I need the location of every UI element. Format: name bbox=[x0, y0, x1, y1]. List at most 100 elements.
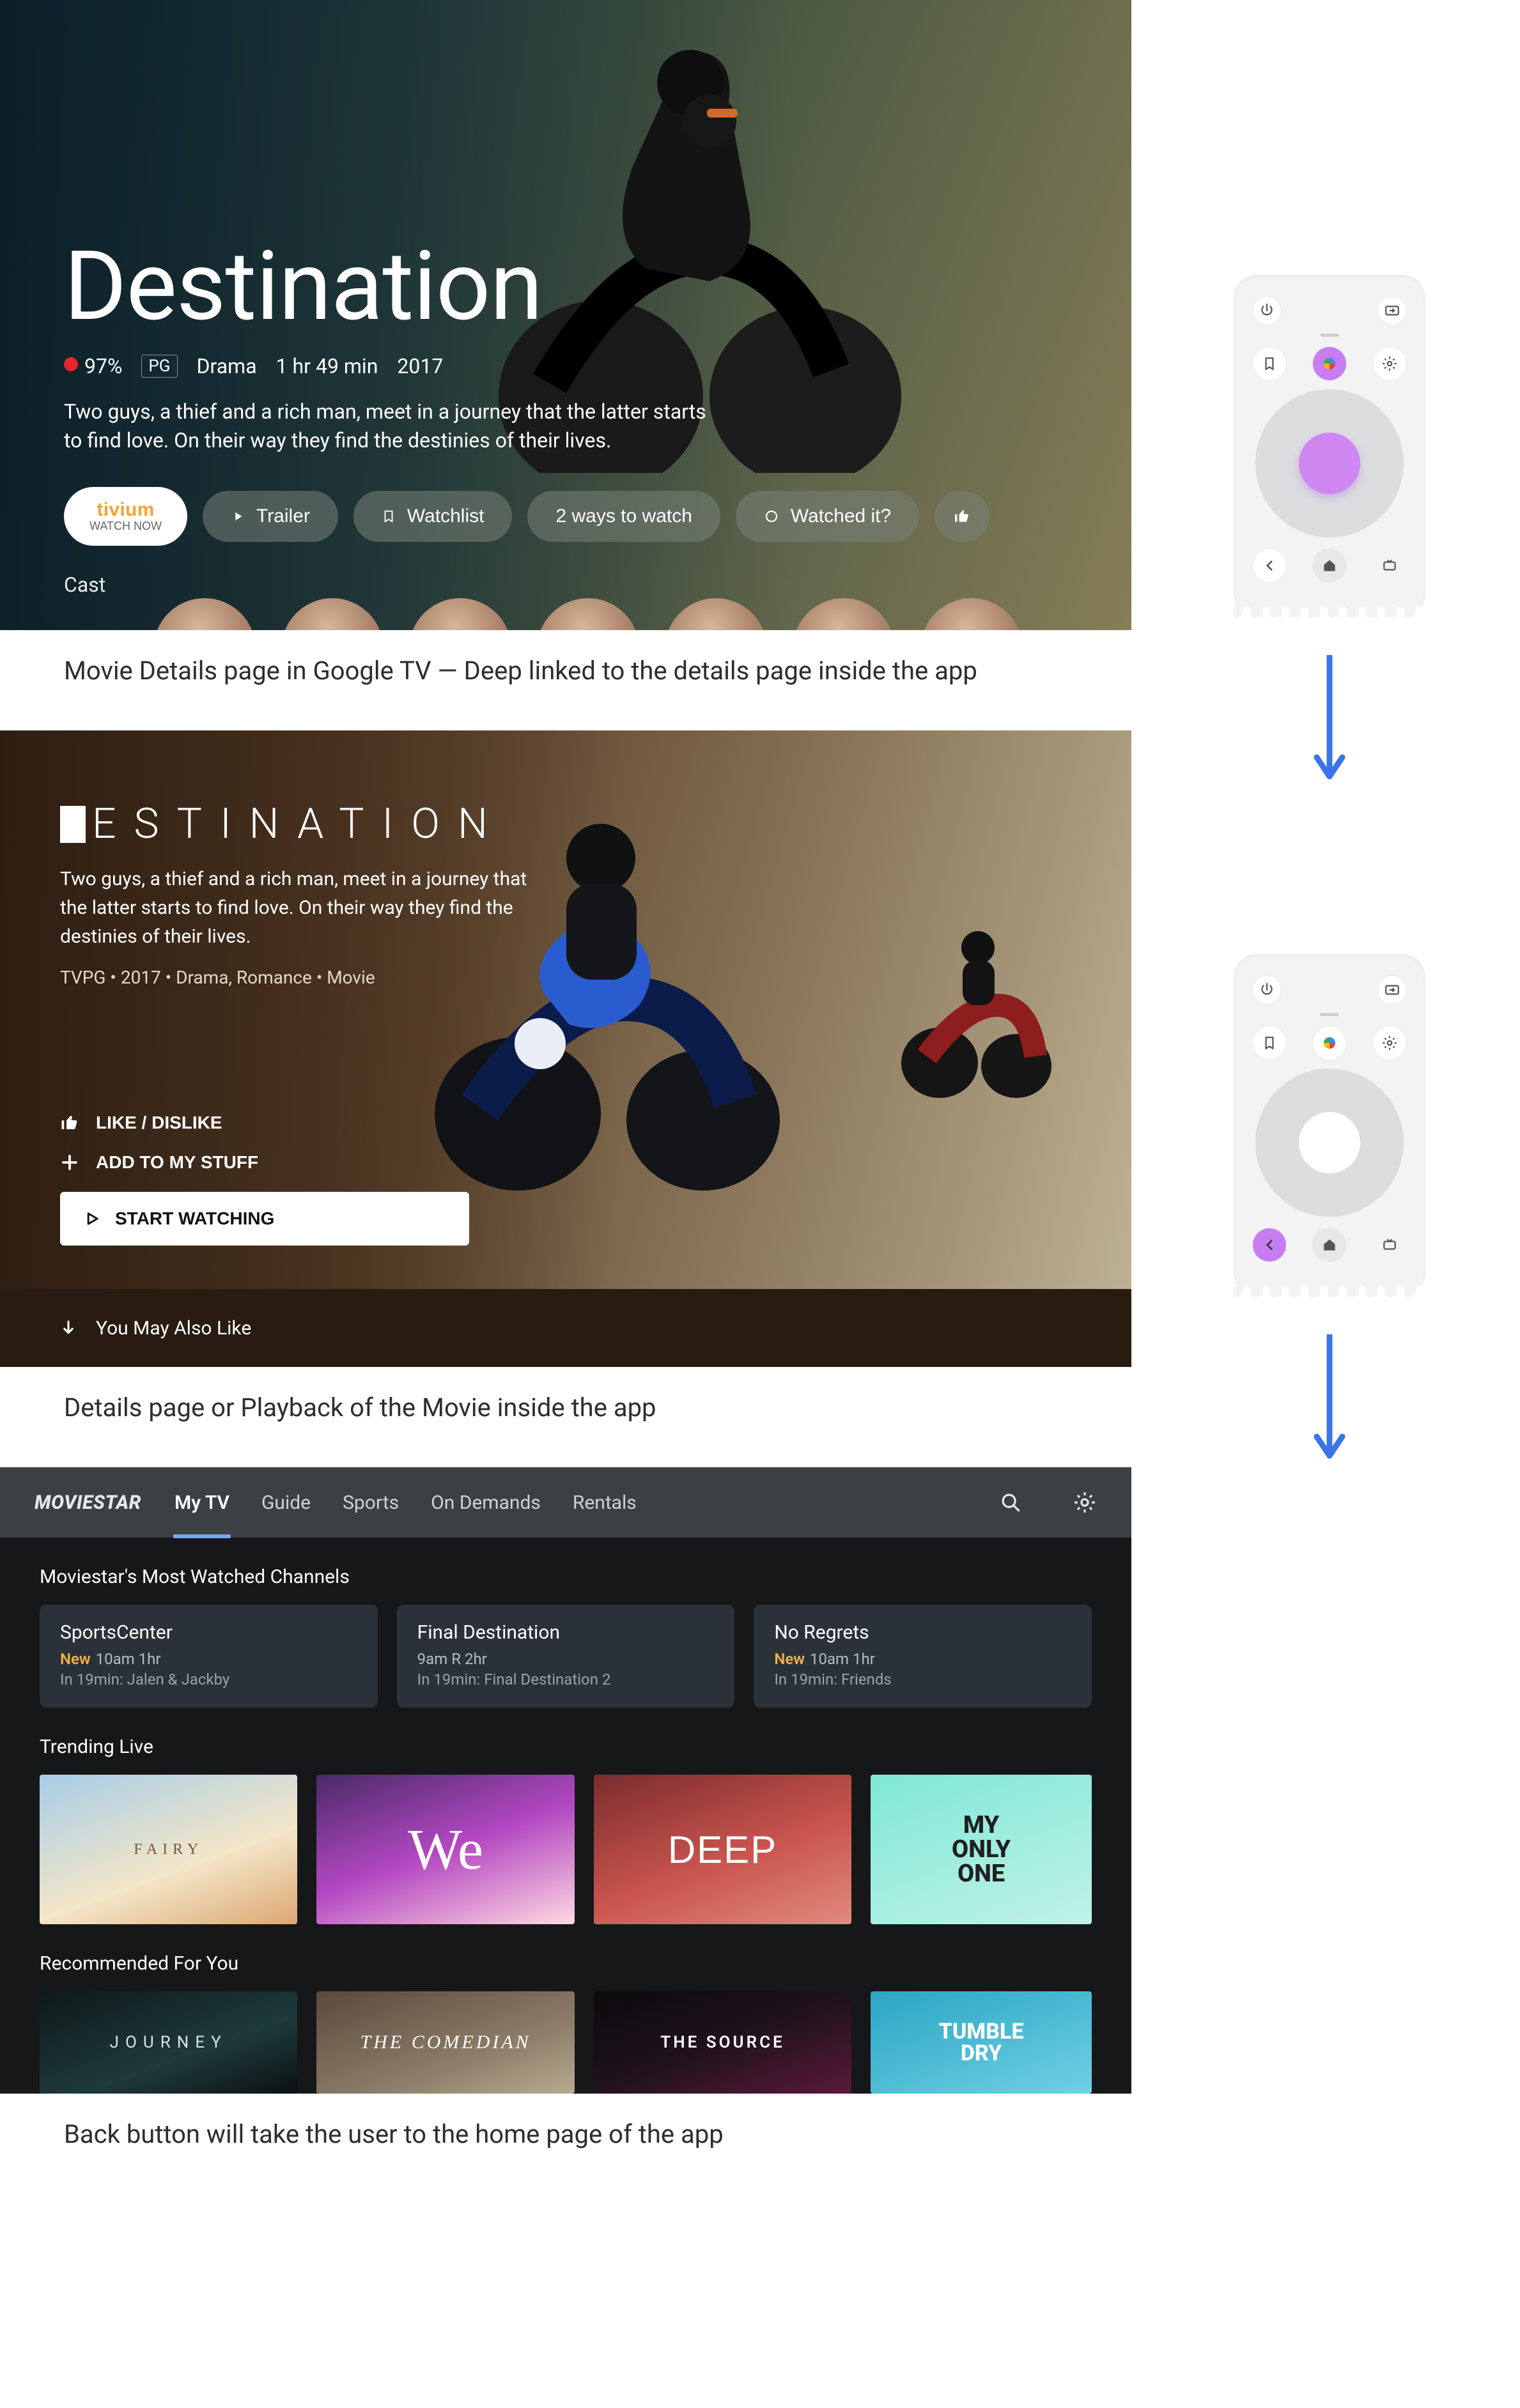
trailer-button[interactable]: Trailer bbox=[203, 491, 338, 542]
title-initial-block bbox=[60, 806, 86, 843]
remote-mic-slot bbox=[1320, 334, 1339, 337]
remote-home-button[interactable] bbox=[1313, 1228, 1346, 1262]
bookmark-icon bbox=[382, 509, 396, 523]
remote-assistant-button[interactable] bbox=[1313, 1026, 1346, 1060]
thumb-title: MYONLYONE bbox=[952, 1813, 1011, 1886]
tv-remote bbox=[1234, 954, 1425, 1296]
recommended-thumb[interactable]: THE SOURCE bbox=[594, 1991, 851, 2094]
thumb-title: FAIRY bbox=[134, 1841, 203, 1858]
movie-meta-row: 97% PG Drama 1 hr 49 min 2017 bbox=[64, 354, 1055, 378]
avatar[interactable] bbox=[665, 598, 767, 630]
remote-power-button[interactable] bbox=[1253, 976, 1281, 1004]
circle-icon bbox=[764, 509, 779, 524]
app-details-screen: ESTINATION Two guys, a thief and a rich … bbox=[0, 730, 1131, 1367]
you-may-also-like-row[interactable]: You May Also Like bbox=[0, 1289, 1131, 1367]
genre: Drama bbox=[197, 354, 257, 378]
thumb-title: THE COMEDIAN bbox=[361, 2032, 531, 2053]
channel-line2: New10am 1hr bbox=[60, 1650, 357, 1668]
year: 2017 bbox=[397, 354, 443, 378]
remote-settings-button[interactable] bbox=[1373, 1026, 1406, 1060]
app-synopsis: Two guys, a thief and a rich man, meet i… bbox=[60, 865, 546, 951]
channel-line2: New10am 1hr bbox=[774, 1650, 1071, 1668]
thumb-title: TUMBLEDRY bbox=[939, 2021, 1024, 2064]
like-dislike-button[interactable]: LIKE / DISLIKE bbox=[60, 1113, 469, 1133]
section-most-watched: Moviestar's Most Watched Channels bbox=[0, 1538, 1131, 1605]
caption-1: Movie Details page in Google TV — Deep l… bbox=[0, 630, 1131, 730]
channel-card[interactable]: Final Destination9am R 2hrIn 19min: Fina… bbox=[397, 1605, 735, 1708]
recommended-thumb[interactable]: JOURNEY bbox=[40, 1991, 297, 2094]
remote-input-button[interactable] bbox=[1378, 297, 1406, 325]
remote-bookmark-button[interactable] bbox=[1253, 347, 1286, 380]
start-watching-button[interactable]: START WATCHING bbox=[60, 1192, 469, 1246]
movie-title: Destination bbox=[64, 230, 1055, 343]
ways-to-watch-button[interactable]: 2 ways to watch bbox=[527, 491, 720, 542]
cast-label: Cast bbox=[64, 573, 105, 597]
search-icon[interactable] bbox=[998, 1490, 1023, 1515]
remote-back-button[interactable] bbox=[1253, 1228, 1286, 1262]
tab-guide[interactable]: Guide bbox=[260, 1485, 312, 1520]
caption-2: Details page or Playback of the Movie in… bbox=[0, 1367, 1131, 1467]
hero-art-bike-red bbox=[888, 909, 1055, 1101]
remote-home-button[interactable] bbox=[1313, 549, 1346, 582]
thumb-title: DEEP bbox=[668, 1828, 777, 1872]
tomato-score: 97% bbox=[64, 354, 122, 378]
trending-thumb[interactable]: We bbox=[316, 1775, 574, 1924]
flow-arrow-icon bbox=[1312, 1334, 1347, 1462]
remote-assistant-button[interactable] bbox=[1313, 347, 1346, 380]
remote-dpad[interactable] bbox=[1255, 1069, 1404, 1217]
trending-thumb[interactable]: DEEP bbox=[594, 1775, 851, 1924]
avatar[interactable] bbox=[153, 598, 256, 630]
tab-my-tv[interactable]: My TV bbox=[173, 1485, 231, 1520]
cast-avatars bbox=[128, 598, 1131, 630]
avatar[interactable] bbox=[793, 598, 895, 630]
remote-mic-slot bbox=[1320, 1013, 1339, 1016]
settings-icon[interactable] bbox=[1073, 1490, 1097, 1515]
play-icon bbox=[231, 509, 245, 523]
avatar[interactable] bbox=[409, 598, 511, 630]
avatar[interactable] bbox=[537, 598, 639, 630]
add-to-my-stuff-button[interactable]: ADD TO MY STUFF bbox=[60, 1152, 469, 1173]
remote-bookmark-button[interactable] bbox=[1253, 1026, 1286, 1060]
runtime: 1 hr 49 min bbox=[276, 354, 378, 378]
watch-now-button[interactable]: tivium WATCH NOW bbox=[64, 487, 187, 546]
tab-rentals[interactable]: Rentals bbox=[571, 1485, 638, 1520]
remote-select-button[interactable] bbox=[1299, 433, 1360, 494]
channel-card[interactable]: No RegretsNew10am 1hrIn 19min: Friends bbox=[754, 1605, 1092, 1708]
trending-thumb[interactable]: FAIRY bbox=[40, 1775, 297, 1924]
thumb-up-icon bbox=[60, 1113, 79, 1132]
remote-input-button[interactable] bbox=[1378, 976, 1406, 1004]
channel-card[interactable]: SportsCenterNew10am 1hrIn 19min: Jalen &… bbox=[40, 1605, 378, 1708]
remote-power-button[interactable] bbox=[1253, 297, 1281, 325]
thumb-title: THE SOURCE bbox=[660, 2033, 785, 2052]
watchlist-button[interactable]: Watchlist bbox=[353, 491, 513, 542]
arrow-down-icon bbox=[59, 1318, 78, 1338]
tab-on-demands[interactable]: On Demands bbox=[430, 1485, 542, 1520]
assistant-icon bbox=[1324, 358, 1335, 369]
channel-title: SportsCenter bbox=[60, 1621, 357, 1644]
rate-button[interactable] bbox=[934, 491, 989, 542]
channel-line2: 9am R 2hr bbox=[417, 1650, 715, 1668]
avatar[interactable] bbox=[281, 598, 384, 630]
remote-select-button[interactable] bbox=[1299, 1112, 1360, 1173]
remote-tv-button[interactable] bbox=[1373, 1228, 1406, 1262]
caption-3: Back button will take the user to the ho… bbox=[0, 2094, 1131, 2194]
plus-icon bbox=[60, 1153, 79, 1172]
recommended-thumb[interactable]: TUMBLEDRY bbox=[871, 1991, 1092, 2094]
assistant-icon bbox=[1324, 1037, 1335, 1049]
avatar[interactable] bbox=[920, 598, 1023, 630]
remote-tv-button[interactable] bbox=[1373, 549, 1406, 582]
trending-thumb[interactable]: MYONLYONE bbox=[871, 1775, 1092, 1924]
remote-dpad[interactable] bbox=[1255, 389, 1404, 537]
watched-it-button[interactable]: Watched it? bbox=[736, 491, 919, 542]
app-brand: MOVIESTAR bbox=[35, 1492, 141, 1514]
top-nav: MOVIESTAR My TV Guide Sports On Demands Rent… bbox=[0, 1467, 1131, 1538]
tv-remote bbox=[1234, 275, 1425, 617]
tab-sports[interactable]: Sports bbox=[341, 1485, 400, 1520]
synopsis: Two guys, a thief and a rich man, meet i… bbox=[64, 397, 716, 455]
remote-settings-button[interactable] bbox=[1373, 347, 1406, 380]
recommended-thumb[interactable]: THE COMEDIAN bbox=[316, 1991, 574, 2094]
remote-back-button[interactable] bbox=[1253, 549, 1286, 582]
channel-line3: In 19min: Friends bbox=[774, 1671, 1071, 1688]
provider-sub: WATCH NOW bbox=[89, 520, 162, 533]
provider-brand: tivium bbox=[97, 499, 154, 521]
